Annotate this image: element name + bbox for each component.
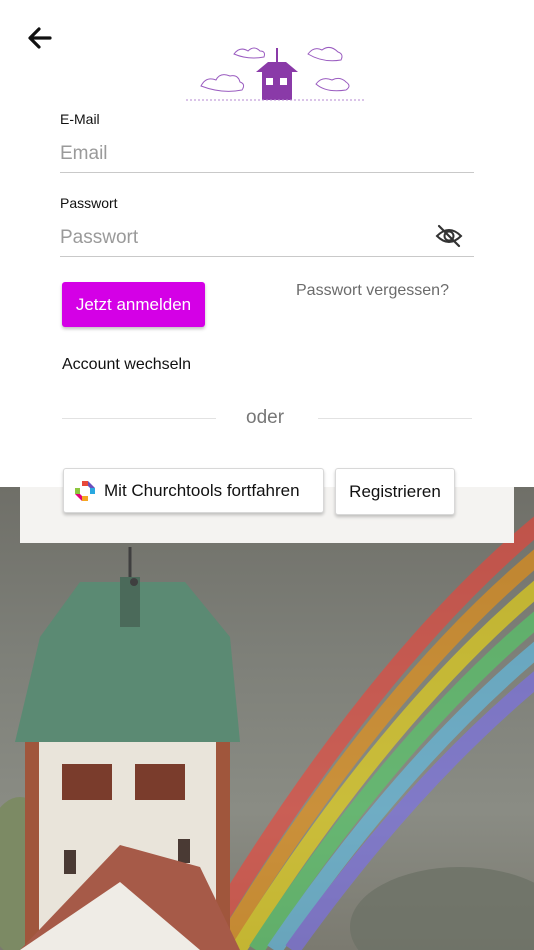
email-label: E-Mail (60, 111, 100, 127)
eye-off-icon (435, 224, 463, 248)
email-field[interactable] (60, 136, 474, 173)
background-church-photo (0, 487, 534, 950)
churchtools-sso-button[interactable]: Mit Churchtools fortfahren (63, 468, 324, 513)
churchtools-logo-icon (75, 480, 95, 501)
churchtools-sso-label: Mit Churchtools fortfahren (104, 480, 300, 500)
divider-text: oder (246, 407, 285, 428)
toggle-password-visibility-button[interactable] (434, 222, 464, 250)
switch-account-link[interactable]: Account wechseln (62, 356, 191, 374)
password-label: Passwort (60, 195, 118, 211)
password-field[interactable] (60, 220, 474, 257)
divider-right (318, 418, 472, 419)
back-button[interactable] (24, 22, 56, 54)
church-logo (186, 36, 366, 104)
register-label: Registrieren (349, 481, 441, 501)
register-button[interactable]: Registrieren (335, 468, 455, 515)
login-button[interactable]: Jetzt anmelden (62, 282, 205, 327)
divider-left (62, 418, 216, 419)
arrow-left-icon (28, 27, 52, 49)
forgot-password-link[interactable]: Passwort vergessen? (296, 282, 449, 300)
